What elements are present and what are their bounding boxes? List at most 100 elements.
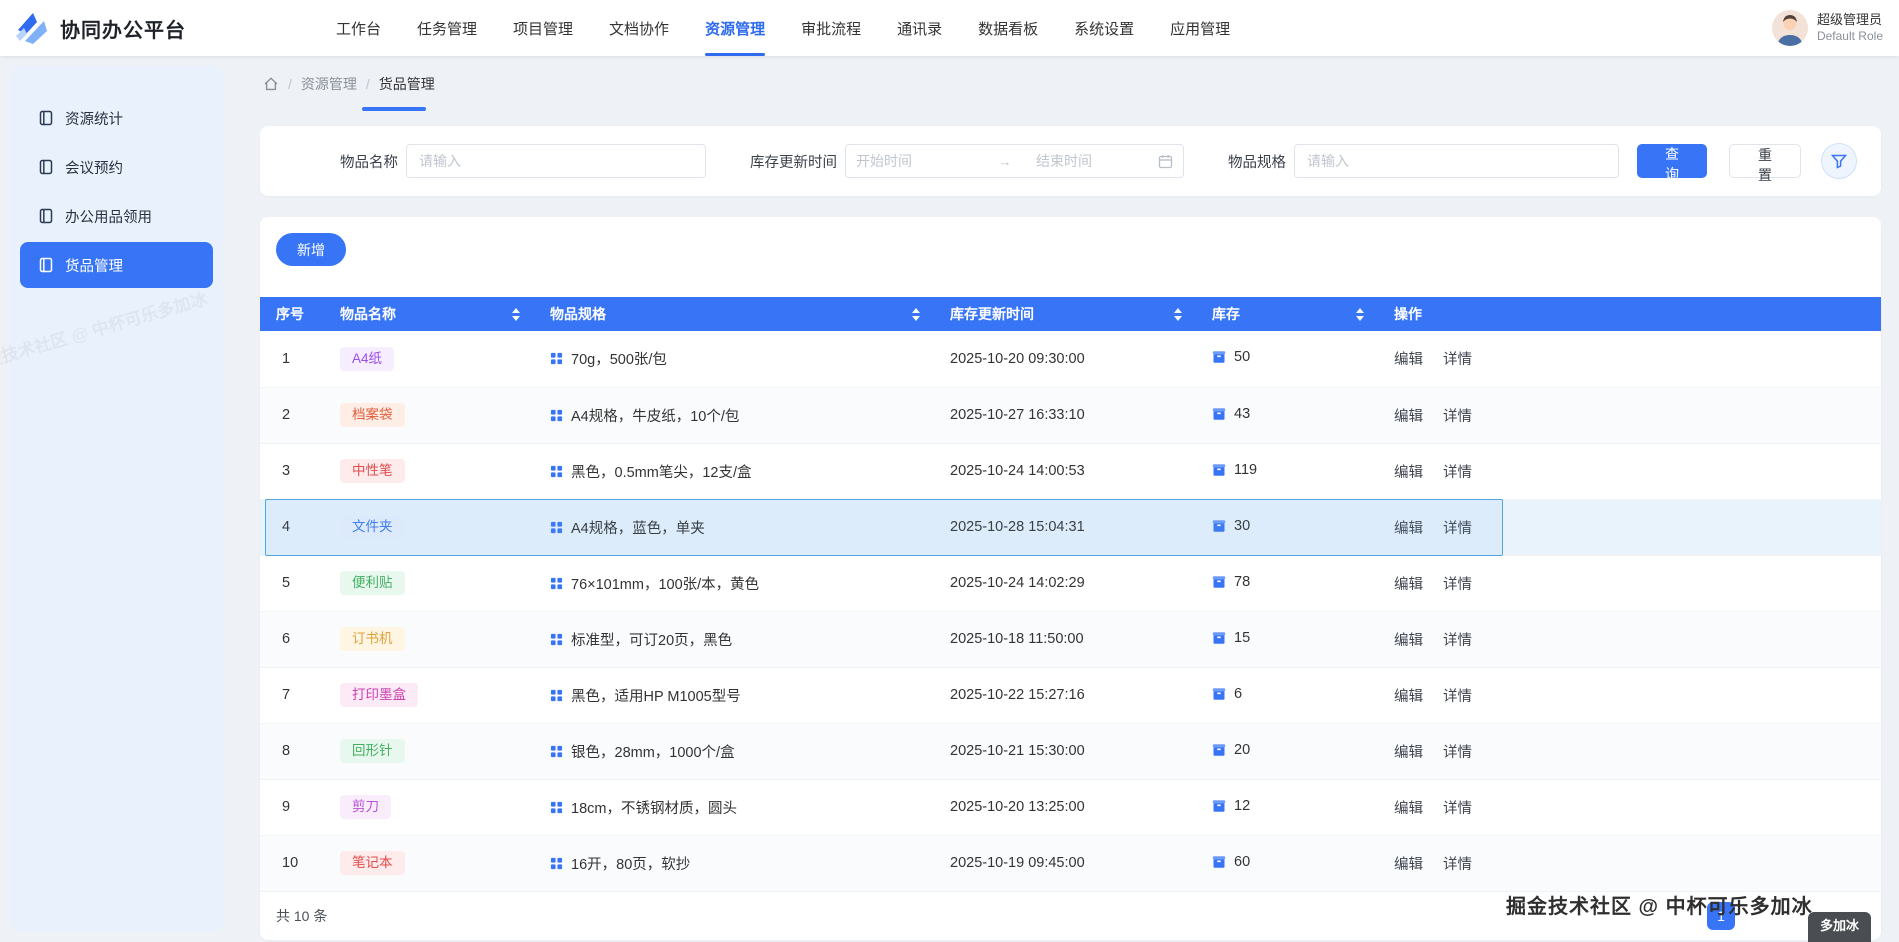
grid-icon [550, 801, 563, 814]
stock-value: 50 [1234, 349, 1250, 365]
end-time-input[interactable] [1036, 153, 1154, 169]
edit-link[interactable]: 编辑 [1394, 745, 1423, 761]
edit-link[interactable]: 编辑 [1394, 857, 1423, 873]
sidebar-item-1[interactable]: 会议预约 [20, 144, 213, 190]
detail-link[interactable]: 详情 [1443, 801, 1472, 817]
column-header-4[interactable]: 库存 [1196, 297, 1378, 331]
spec-text: 标准型，可订20页，黑色 [571, 629, 732, 650]
edit-link[interactable]: 编辑 [1394, 352, 1423, 368]
detail-link[interactable]: 详情 [1443, 633, 1472, 649]
nav-item-0[interactable]: 工作台 [336, 0, 381, 56]
nav-item-1[interactable]: 任务管理 [417, 0, 477, 56]
cell-item-name: 便利贴 [324, 555, 534, 611]
column-header-0: 序号 [260, 297, 324, 331]
sort-caret-icon[interactable] [912, 308, 920, 321]
nav-item-2[interactable]: 项目管理 [513, 0, 573, 56]
edit-link[interactable]: 编辑 [1394, 801, 1423, 817]
user-info: 超级管理员 Default Role [1817, 12, 1883, 43]
grid-icon [550, 689, 563, 702]
item-spec-input[interactable] [1294, 144, 1619, 178]
table-row-8[interactable]: 8回形针银色，28mm，1000个/盒2025-10-21 15:30:0020… [260, 723, 1881, 779]
table-row-9[interactable]: 9剪刀18cm，不锈钢材质，圆头2025-10-20 13:25:0012编辑详… [260, 779, 1881, 835]
cell-item-spec: 76×101mm，100张/本，黄色 [534, 555, 934, 611]
column-header-1[interactable]: 物品名称 [324, 297, 534, 331]
detail-link[interactable]: 详情 [1443, 577, 1472, 593]
detail-link[interactable]: 详情 [1443, 352, 1472, 368]
edit-link[interactable]: 编辑 [1394, 465, 1423, 481]
nav-item-3[interactable]: 文档协作 [609, 0, 669, 56]
filter-group-name: 物品名称 [340, 144, 706, 178]
box-icon [1212, 687, 1226, 701]
column-label: 序号 [276, 304, 304, 324]
spec-text: 70g，500张/包 [571, 348, 667, 369]
detail-link[interactable]: 详情 [1443, 689, 1472, 705]
nav-item-9[interactable]: 应用管理 [1170, 0, 1230, 56]
nav-item-5[interactable]: 审批流程 [801, 0, 861, 56]
detail-link[interactable]: 详情 [1443, 745, 1472, 761]
sidebar-item-0[interactable]: 资源统计 [20, 95, 213, 141]
start-time-input[interactable] [856, 153, 974, 169]
cell-index: 1 [260, 331, 324, 387]
table-row-2[interactable]: 2档案袋A4规格，牛皮纸，10个/包2025-10-27 16:33:1043编… [260, 387, 1881, 443]
box-icon [1212, 407, 1226, 421]
nav-item-7[interactable]: 数据看板 [978, 0, 1038, 56]
table-row-7[interactable]: 7打印墨盒黑色，适用HP M1005型号2025-10-22 15:27:166… [260, 667, 1881, 723]
edit-link[interactable]: 编辑 [1394, 689, 1423, 705]
table-row-3[interactable]: 3中性笔黑色，0.5mm笔尖，12支/盒2025-10-24 14:00:531… [260, 443, 1881, 499]
date-range-picker[interactable]: → [845, 144, 1184, 178]
stock-value: 20 [1234, 742, 1250, 758]
box-icon [1212, 519, 1226, 533]
sort-caret-icon[interactable] [512, 308, 520, 321]
reset-button[interactable]: 重置 [1729, 144, 1801, 178]
search-button[interactable]: 查询 [1637, 144, 1707, 178]
home-icon[interactable] [263, 76, 279, 92]
nav-item-8[interactable]: 系统设置 [1074, 0, 1134, 56]
sidebar: 资源统计会议预约办公用品领用货品管理 [10, 66, 223, 932]
column-header-2[interactable]: 物品规格 [534, 297, 934, 331]
total-count: 共 10 条 [276, 906, 327, 926]
detail-link[interactable]: 详情 [1443, 521, 1472, 537]
sidebar-item-2[interactable]: 办公用品领用 [20, 193, 213, 239]
item-spec-label: 物品规格 [1228, 151, 1286, 172]
table-row-1[interactable]: 1A4纸70g，500张/包2025-10-20 09:30:0050编辑详情 [260, 331, 1881, 387]
grid-icon [550, 633, 563, 646]
book-icon [38, 257, 54, 273]
spec-text: 16开，80页，软抄 [571, 853, 690, 874]
item-name-tag: 订书机 [340, 627, 405, 651]
user-menu[interactable]: 超级管理员 Default Role [1772, 0, 1883, 56]
detail-link[interactable]: 详情 [1443, 857, 1472, 873]
calendar-icon [1158, 154, 1173, 169]
cell-item-spec: 70g，500张/包 [534, 331, 934, 387]
edit-link[interactable]: 编辑 [1394, 521, 1423, 537]
edit-link[interactable]: 编辑 [1394, 633, 1423, 649]
sidebar-item-3[interactable]: 货品管理 [20, 242, 213, 288]
box-icon [1212, 855, 1226, 869]
breadcrumb-separator: / [288, 76, 292, 92]
app-logo[interactable]: 协同办公平台 [0, 10, 186, 46]
nav-item-4[interactable]: 资源管理 [705, 0, 765, 56]
nav-item-6[interactable]: 通讯录 [897, 0, 942, 56]
item-name-input[interactable] [406, 144, 706, 178]
table-row-10[interactable]: 10笔记本16开，80页，软抄2025-10-19 09:45:0060编辑详情 [260, 835, 1881, 891]
cell-stock-time: 2025-10-21 15:30:00 [934, 723, 1196, 779]
edit-link[interactable]: 编辑 [1394, 409, 1423, 425]
sort-caret-icon[interactable] [1356, 308, 1364, 321]
sort-caret-icon[interactable] [1174, 308, 1182, 321]
grid-icon [550, 465, 563, 478]
spec-text: A4规格，牛皮纸，10个/包 [571, 405, 739, 426]
spec-text: 76×101mm，100张/本，黄色 [571, 573, 759, 594]
breadcrumb-item-resource[interactable]: 资源管理 [301, 74, 357, 94]
column-header-3[interactable]: 库存更新时间 [934, 297, 1196, 331]
table-row-6[interactable]: 6订书机标准型，可订20页，黑色2025-10-18 11:50:0015编辑详… [260, 611, 1881, 667]
detail-link[interactable]: 详情 [1443, 465, 1472, 481]
filter-toggle-button[interactable] [1821, 143, 1857, 179]
add-button[interactable]: 新增 [276, 233, 346, 266]
detail-link[interactable]: 详情 [1443, 409, 1472, 425]
spec-text: 黑色，0.5mm笔尖，12支/盒 [571, 461, 751, 482]
corner-watermark: 多加冰 [1808, 912, 1871, 942]
edit-link[interactable]: 编辑 [1394, 577, 1423, 593]
item-name-tag: 档案袋 [340, 403, 405, 427]
item-name-tag: 打印墨盒 [340, 683, 418, 707]
table-row-4[interactable]: 4文件夹A4规格，蓝色，单夹2025-10-28 15:04:3130编辑详情 [260, 499, 1881, 555]
table-row-5[interactable]: 5便利贴76×101mm，100张/本，黄色2025-10-24 14:02:2… [260, 555, 1881, 611]
